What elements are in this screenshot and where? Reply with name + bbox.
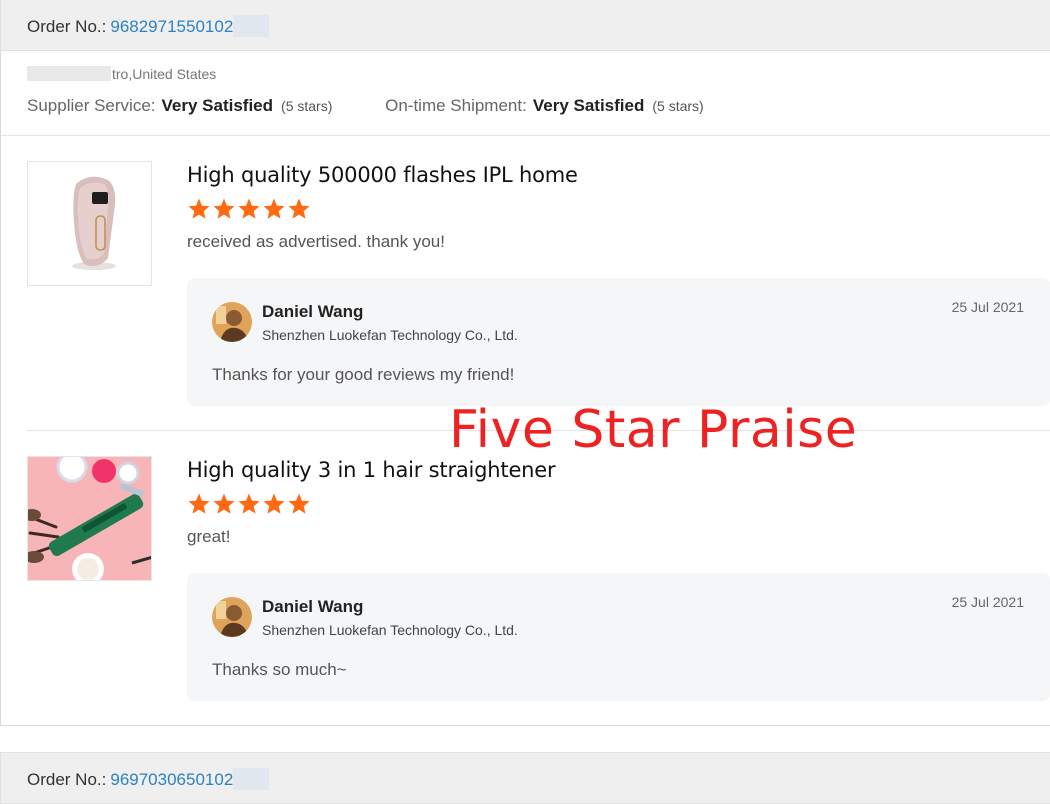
product-image-straightener[interactable] [27, 456, 152, 581]
buyer-comment: great! [187, 527, 231, 546]
product-review: High quality 500000 flashes IPL home rec… [1, 161, 1050, 431]
seller-reply: Daniel Wang Shenzhen Luokefan Technology… [187, 278, 1050, 406]
rating-stars-text: (5 stars) [652, 98, 704, 114]
star-icon [238, 198, 260, 219]
rating-stars-text: (5 stars) [281, 98, 333, 114]
product-image-ipl[interactable] [27, 161, 152, 286]
reply-date: 25 Jul 2021 [951, 594, 1024, 610]
star-icon [188, 493, 210, 514]
rating-supplier-service: Supplier Service: Very Satisfied (5 stars) [27, 96, 332, 116]
rating-value: Very Satisfied [532, 96, 645, 115]
product-title[interactable]: High quality 3 in 1 hair straightener [187, 458, 556, 482]
reply-text: Thanks so much~ [212, 660, 347, 679]
star-icon [288, 198, 310, 219]
avatar [212, 597, 252, 637]
order-header: Order No.: 9682971550102 [0, 0, 1050, 51]
star-icon [188, 198, 210, 219]
redaction-mask [233, 768, 270, 790]
rating-label: Supplier Service: [27, 96, 156, 115]
order-number-link[interactable]: 9697030650102 [110, 770, 233, 789]
buyer-location-text: tro,United States [112, 66, 217, 82]
product-title[interactable]: High quality 500000 flashes IPL home [187, 163, 578, 187]
buyer-location: tro,United States [27, 66, 216, 82]
star-icon [213, 198, 235, 219]
rating-label: On-time Shipment: [385, 96, 527, 115]
order-number-row: Order No.: 9697030650102 [27, 768, 270, 790]
order-number-label: Order No.: [27, 770, 107, 789]
seller-name: Daniel Wang [262, 597, 364, 616]
section-divider [1, 135, 1050, 136]
order-number-row: Order No.: 9682971550102 [27, 15, 270, 37]
order-feedback-card: tro,United States Supplier Service: Very … [0, 51, 1050, 726]
hair-straightener-image [28, 457, 151, 580]
rating-stars [187, 197, 311, 221]
redaction-mask [233, 15, 270, 37]
order-number-label: Order No.: [27, 17, 107, 36]
order-header: Order No.: 9697030650102 [0, 752, 1050, 804]
seller-reply: Daniel Wang Shenzhen Luokefan Technology… [187, 573, 1050, 701]
order-number-link[interactable]: 9682971550102 [110, 17, 233, 36]
reply-date: 25 Jul 2021 [951, 299, 1024, 315]
avatar [212, 302, 252, 342]
rating-value: Very Satisfied [161, 96, 274, 115]
reply-text: Thanks for your good reviews my friend! [212, 365, 515, 384]
star-icon [288, 493, 310, 514]
star-icon [238, 493, 260, 514]
overlay-caption: Five Star Praise [449, 400, 858, 460]
seller-company: Shenzhen Luokefan Technology Co., Ltd. [262, 327, 518, 343]
rating-stars [187, 492, 311, 516]
seller-ratings: Supplier Service: Very Satisfied (5 stars)… [27, 96, 704, 116]
star-icon [213, 493, 235, 514]
redaction-mask [27, 66, 111, 81]
buyer-comment: received as advertised. thank you! [187, 232, 445, 251]
star-icon [263, 198, 285, 219]
ipl-device-image [28, 162, 151, 285]
seller-company: Shenzhen Luokefan Technology Co., Ltd. [262, 622, 518, 638]
seller-name: Daniel Wang [262, 302, 364, 321]
rating-ontime-shipment: On-time Shipment: Very Satisfied (5 stars) [385, 96, 704, 116]
product-review: High quality 3 in 1 hair straightener gr… [1, 456, 1050, 726]
star-icon [263, 493, 285, 514]
